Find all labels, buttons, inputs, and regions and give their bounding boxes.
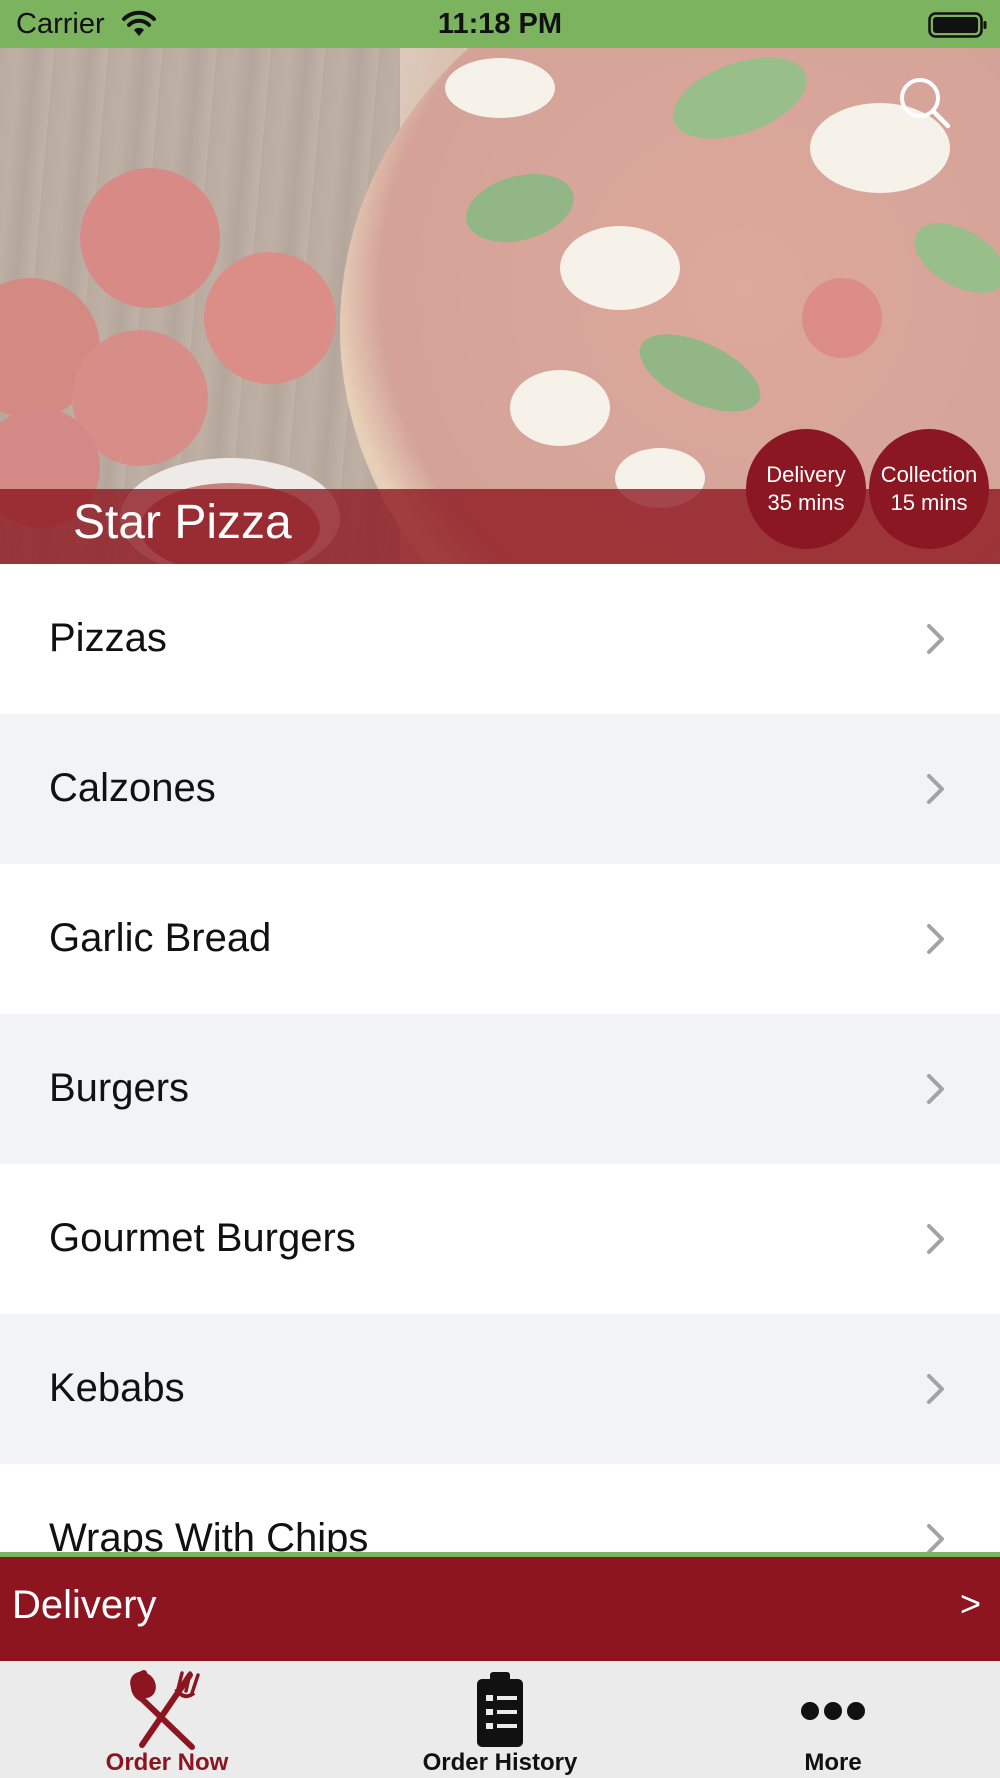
menu-item-pizzas[interactable]: Pizzas	[0, 564, 1000, 714]
tab-label: Order Now	[105, 1749, 229, 1776]
chevron-right-icon	[927, 1374, 944, 1404]
menu-item-label: Kebabs	[49, 1366, 185, 1410]
shop-title: Star Pizza	[73, 496, 292, 549]
delivery-time-badge: Delivery 35 mins	[746, 429, 866, 549]
tab-order-history[interactable]: Order History	[333, 1661, 667, 1778]
battery-icon	[928, 12, 987, 38]
chevron-right-icon	[927, 624, 944, 654]
menu-item-wraps-with-chips[interactable]: Wraps With Chips	[0, 1464, 1000, 1558]
clipboard-icon	[477, 1672, 523, 1747]
order-mode-arrow: >	[960, 1583, 982, 1624]
tab-label: More	[804, 1749, 862, 1776]
menu-item-label: Pizzas	[49, 616, 167, 660]
hero-banner: Star Pizza Delivery 35 mins Collection 1…	[0, 48, 1000, 564]
order-mode-bar[interactable]: Delivery >	[0, 1552, 1000, 1661]
menu-item-label: Calzones	[49, 766, 216, 810]
menu-item-burgers[interactable]: Burgers	[0, 1014, 1000, 1164]
fork-knife-icon	[130, 1670, 200, 1750]
chevron-right-icon	[927, 1524, 944, 1554]
menu-item-label: Burgers	[49, 1066, 190, 1110]
menu-category-list: Pizzas Calzones Garlic Bread Burgers Gou…	[0, 564, 1000, 1558]
chevron-right-icon	[927, 774, 944, 804]
status-bar: Carrier 11:18 PM	[0, 0, 1000, 48]
tab-order-now[interactable]: Order Now	[0, 1661, 334, 1778]
collection-badge-time: 15 mins	[890, 490, 968, 515]
menu-item-calzones[interactable]: Calzones	[0, 714, 1000, 864]
tab-bar: Order Now Order History More	[0, 1661, 1000, 1778]
tab-label: Order History	[422, 1749, 578, 1776]
menu-item-kebabs[interactable]: Kebabs	[0, 1314, 1000, 1464]
delivery-badge-label: Delivery	[766, 462, 846, 487]
menu-item-garlic-bread[interactable]: Garlic Bread	[0, 864, 1000, 1014]
order-mode-label: Delivery	[12, 1583, 157, 1627]
status-time: 11:18 PM	[437, 8, 563, 40]
more-dots-icon	[801, 1702, 865, 1720]
delivery-badge-time: 35 mins	[767, 490, 845, 515]
collection-badge-label: Collection	[880, 462, 978, 487]
collection-time-badge: Collection 15 mins	[869, 429, 989, 549]
menu-item-gourmet-burgers[interactable]: Gourmet Burgers	[0, 1164, 1000, 1314]
chevron-right-icon	[927, 1074, 944, 1104]
chevron-right-icon	[927, 924, 944, 954]
menu-item-label: Gourmet Burgers	[49, 1216, 356, 1260]
chevron-right-icon	[927, 1224, 944, 1254]
search-icon[interactable]	[896, 74, 954, 132]
tab-more[interactable]: More	[666, 1661, 1000, 1778]
menu-item-label: Garlic Bread	[49, 916, 272, 960]
